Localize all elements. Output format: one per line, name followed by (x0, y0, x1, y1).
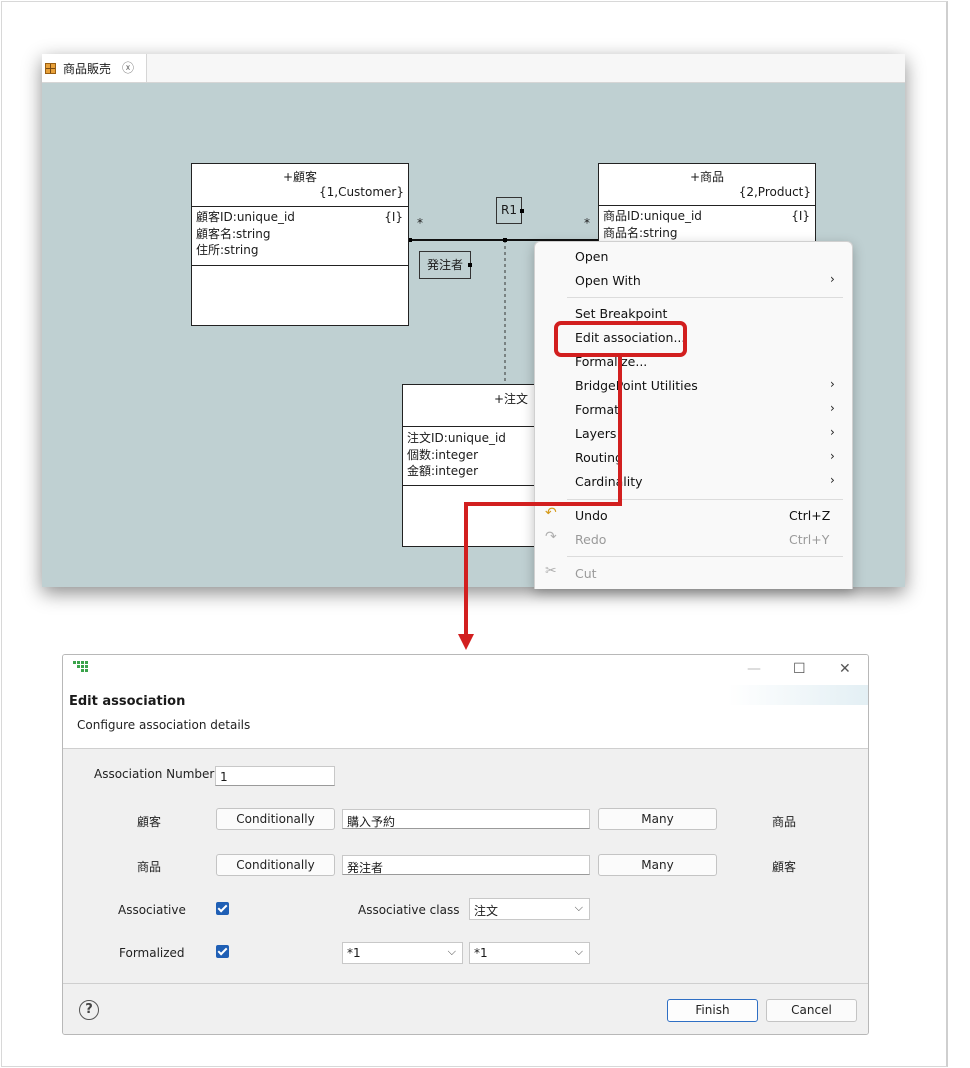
shortcut-redo: Ctrl+Y (789, 532, 830, 547)
context-menu: Open Open With › Set Breakpoint Edit ass… (534, 241, 853, 589)
associative-class-label: Associative class (358, 903, 460, 917)
class-name: +顧客 (282, 170, 318, 184)
menu-item-layers[interactable]: Layers (575, 426, 616, 441)
attribute: 金額:integer (407, 464, 479, 478)
row2-class-left: 商品 (137, 860, 162, 874)
identifier-mark: {I} (791, 209, 810, 223)
associative-class-select[interactable]: 注文 ⌵ (469, 898, 590, 920)
annotation-line (464, 502, 468, 636)
dialog-header: — ☐ ✕ Edit association Configure associa… (63, 655, 868, 749)
finish-button[interactable]: Finish (667, 999, 758, 1022)
dialog-title: Edit association (69, 694, 186, 709)
app-logo-icon (73, 661, 88, 673)
edit-association-dialog: — ☐ ✕ Edit association Configure associa… (62, 654, 869, 1035)
attribute: 住所:string (196, 243, 259, 257)
close-tab-icon[interactable]: ⓧ (122, 59, 134, 76)
cancel-button[interactable]: Cancel (766, 999, 857, 1022)
minimize-button[interactable]: — (747, 661, 761, 677)
attribute: 注文ID:unique_id (407, 431, 506, 445)
label-handle[interactable] (520, 209, 524, 213)
submenu-arrow-icon: › (830, 272, 835, 286)
class-key-letters: {2,Product} (738, 185, 811, 199)
row1-class-left: 顧客 (137, 815, 162, 829)
submenu-arrow-icon: › (830, 473, 835, 487)
menu-item-routing[interactable]: Routing (575, 450, 623, 465)
line-handle-mid[interactable] (503, 238, 507, 242)
row2-conditionality-button[interactable]: Conditionally (216, 854, 335, 876)
menu-item-open-with[interactable]: Open With (575, 273, 641, 288)
menu-separator (567, 556, 843, 557)
formalize-right-value: *1 (474, 946, 488, 960)
multiplicity-right: * (584, 216, 590, 230)
package-diagram-icon (45, 63, 56, 74)
submenu-arrow-icon: › (830, 377, 835, 391)
association-number-label: Association Number (94, 767, 215, 781)
attribute: 商品ID:unique_id (603, 209, 702, 223)
formalize-left-value: *1 (347, 946, 361, 960)
scissors-icon: ✂ (545, 563, 557, 579)
menu-separator (567, 499, 843, 500)
formalized-checkbox[interactable] (216, 945, 229, 958)
menu-item-undo[interactable]: Undo (575, 508, 608, 523)
close-button[interactable]: ✕ (839, 661, 851, 677)
submenu-arrow-icon: › (830, 449, 835, 463)
row1-phrase-input[interactable]: 購入予約 (342, 809, 590, 829)
associative-label: Associative (118, 903, 186, 917)
class-key-letters: {1,Customer} (318, 185, 404, 199)
editor-tab-title: 商品販売 (63, 62, 112, 76)
role-phrase-label[interactable]: 発注者 (419, 251, 471, 279)
shortcut-undo: Ctrl+Z (789, 508, 831, 523)
help-icon[interactable]: ? (79, 1000, 99, 1020)
class-name: +商品 (689, 170, 725, 184)
attribute: 顧客ID:unique_id (196, 210, 295, 224)
chevron-down-icon: ⌵ (574, 945, 583, 958)
row2-class-right: 顧客 (772, 860, 797, 874)
submenu-arrow-icon: › (830, 401, 835, 415)
label-handle[interactable] (468, 263, 472, 267)
highlight-box (554, 321, 687, 357)
editor-tab[interactable]: 商品販売 ⓧ (42, 54, 147, 82)
formalize-left-select[interactable]: *1 ⌵ (342, 942, 463, 964)
redo-icon: ↷ (545, 529, 557, 545)
maximize-button[interactable]: ☐ (793, 661, 806, 677)
row1-class-right: 商品 (772, 815, 797, 829)
association-number-input[interactable]: 1 (215, 766, 335, 786)
associative-class-value: 注文 (474, 904, 499, 918)
menu-separator (567, 297, 843, 298)
attribute: 商品名:string (603, 226, 678, 240)
dialog-subtitle: Configure association details (77, 718, 251, 732)
submenu-arrow-icon: › (830, 425, 835, 439)
menu-item-cardinality[interactable]: Cardinality (575, 474, 643, 489)
menu-item-set-breakpoint[interactable]: Set Breakpoint (575, 306, 667, 321)
header-banner (728, 685, 868, 705)
undo-icon: ↶ (545, 505, 557, 521)
editor-tab-bar: 商品販売 ⓧ (42, 54, 905, 83)
menu-item-bridgepoint-utilities[interactable]: BridgePoint Utilities (575, 378, 698, 393)
annotation-arrowhead (458, 634, 474, 650)
formalize-right-select[interactable]: *1 ⌵ (469, 942, 590, 964)
menu-item-cut[interactable]: Cut (575, 566, 597, 581)
chevron-down-icon: ⌵ (447, 945, 456, 958)
menu-item-redo[interactable]: Redo (575, 532, 606, 547)
attribute: 顧客名:string (196, 227, 271, 241)
row2-multiplicity-button[interactable]: Many (598, 854, 717, 876)
class-customer[interactable]: +顧客 {1,Customer} 顧客ID:unique_id 顧客名:stri… (191, 163, 409, 326)
associative-checkbox[interactable] (216, 902, 229, 915)
menu-item-format[interactable]: Format (575, 402, 619, 417)
row1-multiplicity-button[interactable]: Many (598, 808, 717, 830)
menu-item-open[interactable]: Open (575, 249, 608, 264)
annotation-line (464, 502, 622, 506)
chevron-down-icon: ⌵ (574, 901, 583, 914)
formalized-label: Formalized (119, 946, 185, 960)
row1-conditionality-button[interactable]: Conditionally (216, 808, 335, 830)
identifier-mark: {I} (384, 210, 403, 224)
association-number-label[interactable]: R1 (496, 197, 522, 224)
dialog-button-bar: ? Finish Cancel (63, 983, 868, 1034)
attribute: 個数:integer (407, 448, 479, 462)
multiplicity-left: * (417, 216, 423, 230)
annotation-line (618, 356, 622, 506)
row2-phrase-input[interactable]: 発注者 (342, 855, 590, 875)
